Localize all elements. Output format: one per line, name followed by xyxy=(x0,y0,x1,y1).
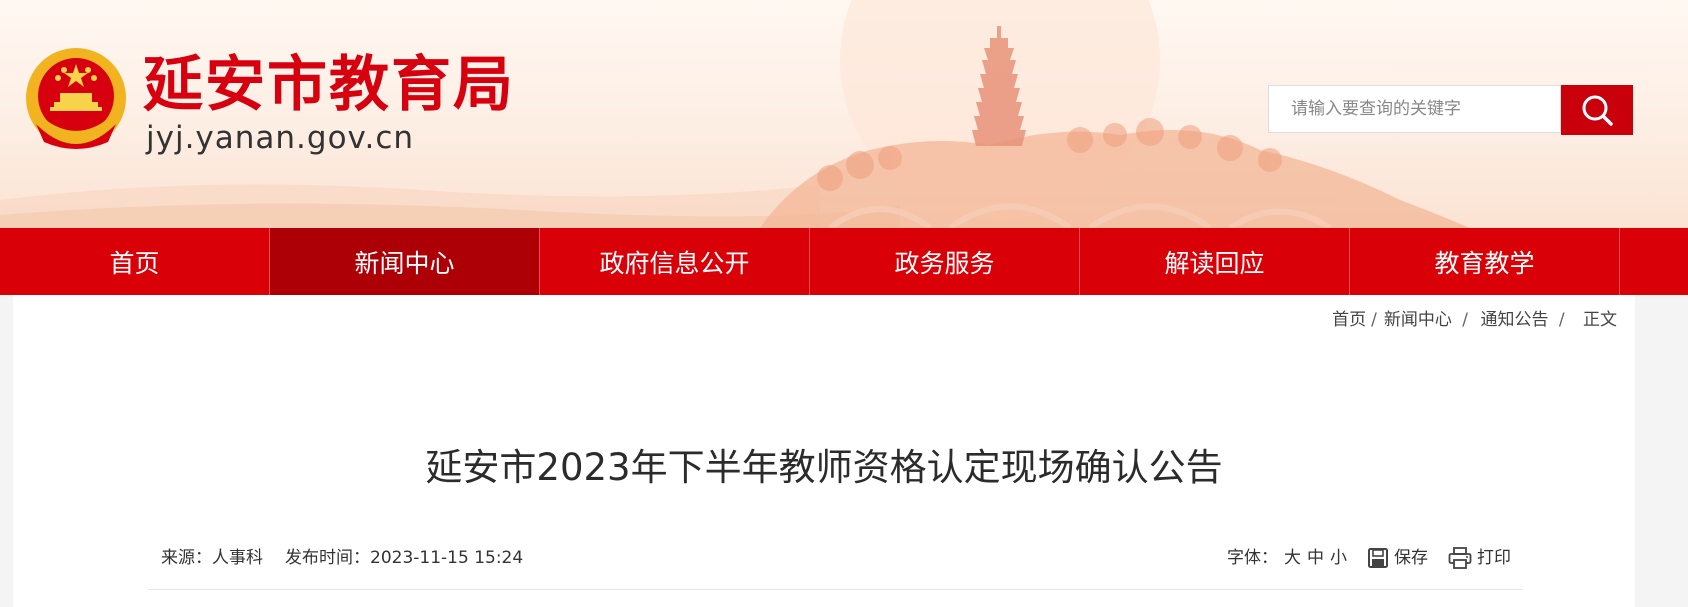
breadcrumb-notices[interactable]: 通知公告 xyxy=(1480,310,1548,330)
publish-time-value: 2023-11-15 15:24 xyxy=(370,548,524,568)
breadcrumb-news-center[interactable]: 新闻中心 xyxy=(1384,310,1452,330)
search-input[interactable] xyxy=(1269,86,1561,132)
nav-item-home[interactable]: 首页 xyxy=(0,228,270,295)
source-label: 来源： xyxy=(161,548,212,568)
article-title: 延安市2023年下半年教师资格认定现场确认公告 xyxy=(425,446,1223,489)
main-nav: 首页 新闻中心 政府信息公开 政务服务 解读回应 教育教学 xyxy=(0,228,1688,295)
nav-item-education[interactable]: 教育教学 xyxy=(1350,228,1620,295)
print-label: 打印 xyxy=(1477,548,1511,568)
breadcrumb-home[interactable]: 首页 xyxy=(1332,310,1366,330)
national-emblem-icon xyxy=(26,48,126,149)
source-value: 人事科 xyxy=(212,548,263,568)
save-label: 保存 xyxy=(1394,548,1428,568)
article-tools: 字体： 大 中 小 保存 打印 xyxy=(1227,545,1511,571)
nav-item-gov-info[interactable]: 政府信息公开 xyxy=(540,228,810,295)
print-icon xyxy=(1448,547,1472,569)
article-meta-left: 来源：人事科 发布时间：2023-11-15 15:24 xyxy=(161,545,523,571)
site-header: 延安市教育局 jyj.yanan.gov.cn xyxy=(0,0,1688,228)
site-domain: jyj.yanan.gov.cn xyxy=(146,120,415,156)
nav-item-gov-services[interactable]: 政务服务 xyxy=(810,228,1080,295)
nav-item-news-center[interactable]: 新闻中心 xyxy=(270,228,540,295)
breadcrumb-current: 正文 xyxy=(1583,310,1617,330)
search-button[interactable] xyxy=(1561,85,1633,135)
save-icon xyxy=(1368,548,1388,568)
font-size-small[interactable]: 小 xyxy=(1330,545,1347,571)
article-meta: 来源：人事科 发布时间：2023-11-15 15:24 字体： 大 中 小 保存 xyxy=(148,545,1523,590)
save-button[interactable]: 保存 xyxy=(1367,545,1428,571)
nav-item-interpretation[interactable]: 解读回应 xyxy=(1080,228,1350,295)
font-size-medium[interactable]: 中 xyxy=(1307,545,1324,571)
font-size-label: 字体： xyxy=(1227,548,1278,568)
article-container: 首页 / 新闻中心 / 通知公告 / 正文 延安市2023年下半年教师资格认定现场确… xyxy=(13,295,1635,607)
breadcrumb: 首页 / 新闻中心 / 通知公告 / 正文 xyxy=(1332,310,1617,330)
search-icon xyxy=(1582,95,1613,126)
site-name[interactable]: 延安市教育局 xyxy=(143,50,515,120)
search-box xyxy=(1268,85,1561,133)
print-button[interactable]: 打印 xyxy=(1448,545,1511,571)
publish-time-label: 发布时间： xyxy=(285,548,370,568)
font-size-large[interactable]: 大 xyxy=(1284,545,1301,571)
